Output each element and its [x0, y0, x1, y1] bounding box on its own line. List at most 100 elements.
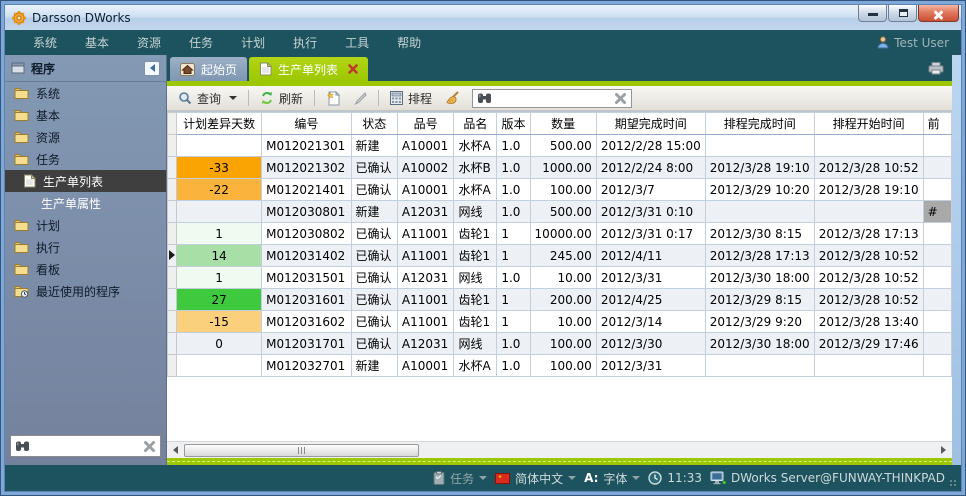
table-row-6[interactable]: 1M012031501已确认A12031网线1.010.002012/3/312…	[168, 267, 952, 289]
cell-status[interactable]: 已确认	[351, 223, 397, 245]
user-badge[interactable]: Test User	[877, 36, 961, 50]
language-selector[interactable]: 简体中文	[495, 470, 576, 487]
cell-sched_end[interactable]: 2012/3/28 17:13	[705, 245, 814, 267]
menu-item-2[interactable]: 资源	[123, 34, 175, 51]
tab-0[interactable]: 起始页	[170, 57, 247, 81]
query-dropdown-caret[interactable]	[229, 96, 237, 100]
cell-sched_end[interactable]: 2012/3/28 19:10	[705, 157, 814, 179]
row-selector[interactable]	[168, 201, 177, 223]
cell-sched_end[interactable]: 2012/3/30 18:00	[705, 333, 814, 355]
cell-version[interactable]: 1.0	[497, 157, 530, 179]
task-status-button[interactable]: 任务	[433, 470, 487, 487]
cell-qty[interactable]: 1000.00	[530, 157, 596, 179]
menu-item-5[interactable]: 执行	[279, 34, 331, 51]
cell-item_no[interactable]: A12031	[397, 333, 454, 355]
cell-diff[interactable]: -22	[177, 179, 262, 201]
cell-sched_end[interactable]: 2012/3/29 10:20	[705, 179, 814, 201]
cell-sched_end[interactable]: 2012/3/30 18:00	[705, 267, 814, 289]
cell-no[interactable]: M012031402	[262, 245, 351, 267]
table-row-8[interactable]: -15M012031602已确认A11001齿轮1110.002012/3/14…	[168, 311, 952, 333]
cell-item_name[interactable]: 水杯A	[454, 179, 497, 201]
sidebar-item-6[interactable]: 计划	[5, 214, 166, 236]
cell-diff[interactable]	[177, 355, 262, 377]
cell-item_name[interactable]: 网线	[454, 201, 497, 223]
language-dropdown-caret[interactable]	[568, 476, 576, 480]
cell-clipped[interactable]	[923, 267, 951, 289]
query-button[interactable]: 查询	[173, 88, 242, 109]
cell-diff[interactable]: -33	[177, 157, 262, 179]
cell-clipped[interactable]	[923, 311, 951, 333]
table-row-3[interactable]: M012030801新建A12031网线1.0500.002012/3/31 0…	[168, 201, 952, 223]
font-selector[interactable]: A: 字体	[584, 470, 640, 487]
cell-item_no[interactable]: A11001	[397, 289, 454, 311]
table-row-5[interactable]: 14M012031402已确认A11001齿轮11245.002012/4/11…	[168, 245, 952, 267]
cell-item_no[interactable]: A11001	[397, 245, 454, 267]
scroll-right-arrow[interactable]	[935, 443, 952, 458]
table-row-10[interactable]: M012032701新建A10001水杯A1.0100.002012/3/31	[168, 355, 952, 377]
cell-status[interactable]: 新建	[351, 135, 397, 157]
cell-version[interactable]: 1	[497, 289, 530, 311]
cell-expect[interactable]: 2012/3/30	[596, 333, 705, 355]
cell-item_no[interactable]: A12031	[397, 201, 454, 223]
cell-clipped[interactable]	[923, 245, 951, 267]
column-header-sched_end[interactable]: 排程完成时间	[705, 113, 814, 135]
cell-no[interactable]: M012021301	[262, 135, 351, 157]
menu-item-1[interactable]: 基本	[71, 34, 123, 51]
row-selector[interactable]	[168, 179, 177, 201]
cell-item_name[interactable]: 水杯B	[454, 157, 497, 179]
column-header-qty[interactable]: 数量	[530, 113, 596, 135]
sidebar-item-4[interactable]: 生产单列表	[5, 170, 166, 192]
cell-sched_end[interactable]	[705, 355, 814, 377]
sidebar-item-9[interactable]: 最近使用的程序	[5, 280, 166, 302]
row-selector[interactable]	[168, 245, 177, 267]
cell-sched_end[interactable]: 2012/3/29 9:20	[705, 311, 814, 333]
cell-version[interactable]: 1.0	[497, 179, 530, 201]
sidebar-search-clear-icon[interactable]	[143, 440, 156, 453]
cell-qty[interactable]: 100.00	[530, 179, 596, 201]
cell-sched_start[interactable]: 2012/3/28 13:40	[814, 311, 923, 333]
cell-qty[interactable]: 200.00	[530, 289, 596, 311]
cell-expect[interactable]: 2012/2/28 15:00	[596, 135, 705, 157]
row-selector[interactable]	[168, 267, 177, 289]
cell-no[interactable]: M012030801	[262, 201, 351, 223]
cell-no[interactable]: M012031701	[262, 333, 351, 355]
menu-item-7[interactable]: 帮助	[383, 34, 435, 51]
cell-no[interactable]: M012021302	[262, 157, 351, 179]
cell-item_name[interactable]: 齿轮1	[454, 311, 497, 333]
cell-qty[interactable]: 10.00	[530, 311, 596, 333]
table-row-0[interactable]: M012021301新建A10001水杯A1.0500.002012/2/28 …	[168, 135, 952, 157]
cell-status[interactable]: 新建	[351, 201, 397, 223]
schedule-button[interactable]: 排程	[385, 88, 437, 109]
printer-icon[interactable]	[928, 62, 944, 75]
cell-clipped[interactable]	[923, 223, 951, 245]
row-selector[interactable]	[168, 355, 177, 377]
cell-clipped[interactable]	[923, 135, 951, 157]
cell-clipped[interactable]	[923, 355, 951, 377]
cell-no[interactable]: M012031501	[262, 267, 351, 289]
cell-sched_start[interactable]	[814, 135, 923, 157]
cell-item_name[interactable]: 齿轮1	[454, 223, 497, 245]
cell-version[interactable]: 1.0	[497, 267, 530, 289]
cell-diff[interactable]: 27	[177, 289, 262, 311]
cell-diff[interactable]	[177, 201, 262, 223]
column-header-no[interactable]: 编号	[262, 113, 351, 135]
cell-diff[interactable]: 0	[177, 333, 262, 355]
cell-diff[interactable]: -15	[177, 311, 262, 333]
cell-no[interactable]: M012031601	[262, 289, 351, 311]
table-row-4[interactable]: 1M012030802已确认A11001齿轮1110000.002012/3/3…	[168, 223, 952, 245]
close-button[interactable]	[918, 5, 959, 22]
cell-expect[interactable]: 2012/3/31 0:10	[596, 201, 705, 223]
cell-qty[interactable]: 10.00	[530, 267, 596, 289]
cell-qty[interactable]: 100.00	[530, 355, 596, 377]
sidebar-item-7[interactable]: 执行	[5, 236, 166, 258]
menu-item-3[interactable]: 任务	[175, 34, 227, 51]
toolbar-search-clear-icon[interactable]	[614, 92, 627, 105]
menu-item-4[interactable]: 计划	[227, 34, 279, 51]
cell-sched_start[interactable]: 2012/3/28 10:52	[814, 289, 923, 311]
sidebar-item-0[interactable]: 系统	[5, 82, 166, 104]
cell-item_name[interactable]: 水杯A	[454, 135, 497, 157]
cell-diff[interactable]	[177, 135, 262, 157]
cell-status[interactable]: 已确认	[351, 245, 397, 267]
cell-status[interactable]: 已确认	[351, 311, 397, 333]
cell-version[interactable]: 1.0	[497, 355, 530, 377]
